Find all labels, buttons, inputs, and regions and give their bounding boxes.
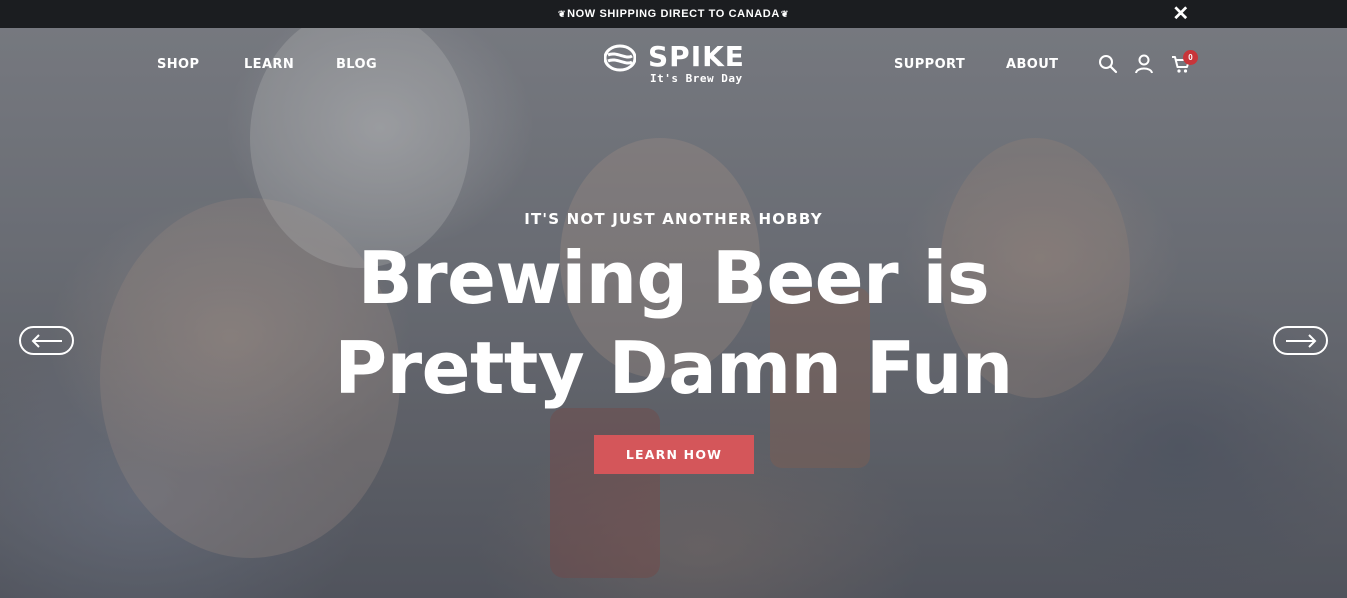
nav-about[interactable]: ABOUT (1006, 57, 1058, 72)
logo-wordmark: SPIKE (648, 40, 745, 73)
slider-prev-button[interactable] (19, 326, 74, 355)
arrow-left-icon (31, 333, 62, 348)
learn-how-button[interactable]: LEARN HOW (594, 435, 754, 474)
spike-logo-icon (604, 44, 636, 72)
maple-leaf-icon: ❦ (557, 8, 567, 19)
hero-headline-line2: Pretty Damn Fun (334, 326, 1013, 410)
nav-shop[interactable]: SHOP (157, 57, 199, 72)
maple-leaf-icon: ❦ (780, 8, 790, 19)
nav-blog[interactable]: BLOG (336, 57, 377, 72)
close-icon[interactable]: ✕ (1169, 2, 1193, 26)
cart-count-badge: 0 (1183, 50, 1198, 65)
logo-tagline: It's Brew Day (650, 72, 743, 85)
hero-eyebrow: IT'S NOT JUST ANOTHER HOBBY (524, 210, 823, 228)
slider-next-button[interactable] (1273, 326, 1328, 355)
nav-learn[interactable]: LEARN (244, 57, 294, 72)
nav-support[interactable]: SUPPORT (894, 57, 965, 72)
announcement-bar: ❦ NOW SHIPPING DIRECT TO CANADA ❦ ✕ (0, 0, 1347, 28)
announcement-text: NOW SHIPPING DIRECT TO CANADA (567, 8, 780, 20)
account-icon[interactable] (1133, 53, 1155, 75)
spike-logo[interactable]: SPIKE It's Brew Day (604, 40, 746, 88)
search-icon[interactable] (1097, 53, 1119, 75)
hero-headline-line1: Brewing Beer is (357, 236, 990, 320)
arrow-right-icon (1285, 333, 1316, 348)
